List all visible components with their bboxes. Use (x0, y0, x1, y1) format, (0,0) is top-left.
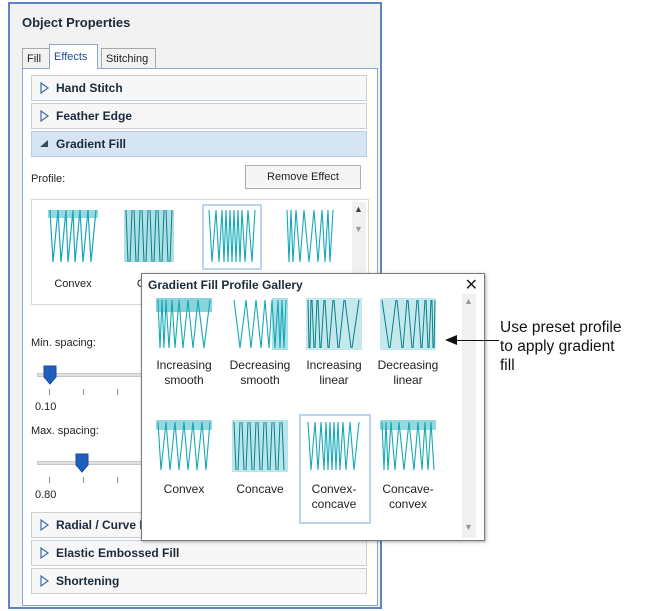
scroll-up-icon[interactable]: ▲ (354, 204, 363, 214)
stitch-preview-icon (380, 420, 436, 471)
profile-thumb-concave-convex[interactable] (285, 208, 335, 264)
gallery-label: Increasing smooth (147, 358, 221, 388)
stitch-preview-icon (307, 421, 360, 471)
gallery-label: Increasing linear (297, 358, 371, 388)
expand-arrow-icon (40, 547, 50, 559)
section-elastic-embossed[interactable]: Elastic Embossed Fill (31, 540, 367, 566)
gallery-label-line2: concave (311, 497, 357, 511)
section-label: Hand Stitch (56, 81, 123, 95)
expand-arrow-icon (40, 575, 50, 587)
profile-label: Profile: (31, 173, 66, 185)
remove-effect-button[interactable]: Remove Effect (245, 165, 361, 189)
gallery-label-line1: Convex- (311, 482, 357, 496)
gradient-profile-gallery: Gradient Fill Profile Gallery ✕ Increasi… (141, 273, 485, 541)
section-feather-edge[interactable]: Feather Edge (31, 103, 367, 129)
section-label: Shortening (56, 574, 120, 588)
tab-stitching[interactable]: Stitching (101, 48, 156, 68)
gallery-label: Concave-convex (371, 482, 445, 512)
stitch-preview-icon (124, 209, 174, 263)
gallery-label: Decreasing linear (371, 358, 445, 388)
stitch-preview-icon (380, 298, 436, 350)
gallery-item-decreasing-linear[interactable] (380, 298, 436, 350)
gallery-label-line2: linear (319, 373, 349, 387)
slider-tick (83, 389, 84, 395)
close-icon[interactable]: ✕ (465, 275, 478, 295)
section-hand-stitch[interactable]: Hand Stitch (31, 75, 367, 101)
gallery-label-line1: Decreasing (377, 358, 439, 372)
section-label: Gradient Fill (56, 137, 127, 151)
slider-tick (49, 389, 50, 395)
gallery-item-convex-concave[interactable] (306, 420, 362, 472)
stitch-preview-icon (232, 420, 288, 472)
scroll-up-icon[interactable]: ▲ (464, 296, 473, 306)
profile-thumb-convex[interactable] (48, 208, 98, 264)
slider-tick (117, 389, 118, 395)
callout-line-2: to apply gradient (500, 338, 615, 355)
section-label: Elastic Embossed Fill (56, 546, 180, 560)
gallery-item-increasing-smooth[interactable] (156, 298, 212, 350)
section-gradient-fill[interactable]: Gradient Fill (31, 131, 367, 157)
gallery-item-decreasing-smooth[interactable] (232, 298, 288, 350)
stitch-preview-icon (48, 209, 98, 263)
gallery-label-line1: Convex (163, 482, 205, 496)
max-spacing-slider-thumb[interactable] (75, 453, 89, 473)
max-spacing-value: 0.80 (35, 489, 57, 501)
gallery-label-line1: Concave- (382, 482, 434, 496)
slider-tick (117, 477, 118, 483)
expand-arrow-icon (40, 82, 50, 94)
panel-title: Object Properties (22, 15, 131, 30)
gallery-label-line1: Decreasing (229, 358, 291, 372)
expand-arrow-icon (40, 519, 50, 531)
gallery-label-line1: Increasing (156, 358, 212, 372)
min-spacing-slider-thumb[interactable] (43, 365, 57, 385)
section-label: Radial / Curve Fi (56, 518, 151, 532)
scroll-down-icon[interactable]: ▼ (464, 522, 473, 532)
callout-line-1: Use preset profile (500, 319, 622, 336)
gallery-label-line2: linear (393, 373, 423, 387)
stitch-preview-icon (306, 298, 362, 350)
stitch-preview-icon (208, 209, 256, 263)
gallery-label-line1: Concave (236, 482, 284, 496)
tab-fill[interactable]: Fill (22, 48, 50, 68)
collapse-arrow-icon (40, 140, 48, 147)
stitch-preview-icon (233, 298, 288, 350)
gallery-label-line2: smooth (164, 373, 204, 387)
callout-line (455, 340, 499, 341)
tab-effects[interactable]: Effects (49, 44, 98, 69)
gallery-title: Gradient Fill Profile Gallery (148, 278, 303, 292)
profile-thumb-convex-concave[interactable] (207, 208, 257, 264)
section-label: Feather Edge (56, 109, 133, 123)
section-shortening[interactable]: Shortening (31, 568, 367, 594)
max-spacing-label: Max. spacing: (31, 425, 99, 437)
slider-tick (83, 477, 84, 483)
min-spacing-value: 0.10 (35, 401, 57, 413)
gallery-item-convex[interactable] (156, 420, 212, 472)
min-spacing-label: Min. spacing: (31, 337, 96, 349)
gallery-label-line1: Increasing (306, 358, 362, 372)
stitch-preview-icon (156, 298, 212, 349)
gallery-label: Convex-concave (297, 482, 371, 512)
gallery-label: Convex (147, 482, 221, 497)
gallery-scrollbar[interactable]: ▲ ▼ (462, 294, 476, 538)
gallery-label-line2: smooth (240, 373, 280, 387)
gallery-item-concave[interactable] (232, 420, 288, 472)
profile-thumb-concave[interactable] (124, 208, 174, 264)
stitch-preview-icon (286, 209, 334, 263)
gallery-label: Concave (223, 482, 297, 497)
callout-line-3: fill (500, 357, 515, 374)
callout-arrow-icon (445, 335, 457, 345)
gallery-label: Decreasing smooth (223, 358, 297, 388)
expand-arrow-icon (40, 110, 50, 122)
scroll-down-icon[interactable]: ▼ (354, 224, 363, 234)
gallery-item-concave-convex[interactable] (380, 420, 436, 472)
slider-tick (49, 477, 50, 483)
thumb-label-convex: Convex (54, 278, 92, 290)
gallery-label-line2: convex (388, 497, 428, 511)
stitch-preview-icon (156, 420, 212, 471)
callout-text: Use preset profile to apply gradient fil… (500, 318, 664, 375)
gallery-item-increasing-linear[interactable] (306, 298, 362, 350)
max-spacing-track[interactable] (37, 461, 153, 465)
